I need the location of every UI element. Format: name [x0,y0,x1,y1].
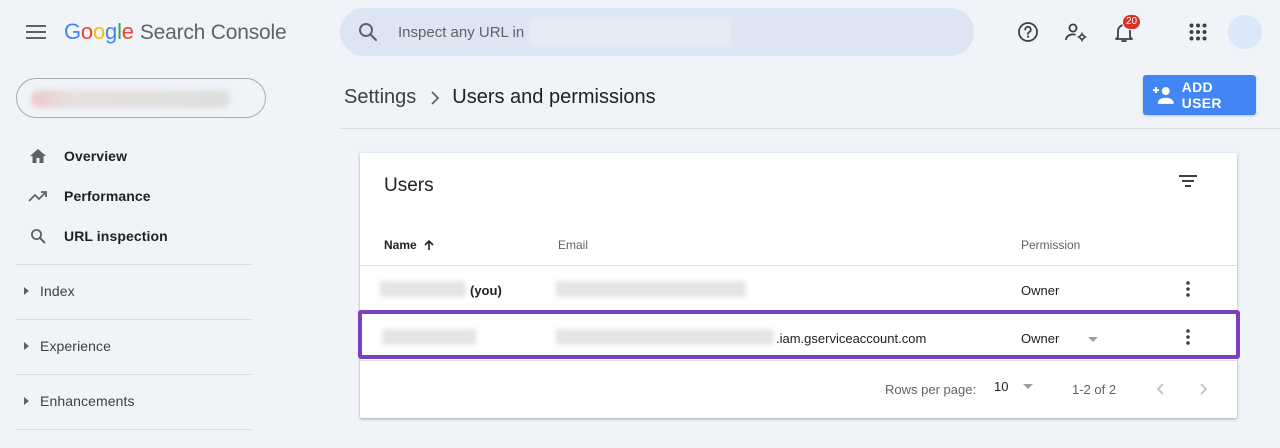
row-divider [360,265,1237,266]
row-divider [360,313,1237,314]
sidebar-item-label: Performance [64,188,151,204]
redacted-email [556,281,746,297]
logo-letter: o [80,19,93,44]
email-domain-suffix: .iam.gserviceaccount.com [776,331,927,346]
sidebar-divider [16,429,252,430]
sidebar-section-label: Enhancements [40,393,135,409]
caret-right-icon [24,397,29,405]
breadcrumb: Settings Users and permissions [344,86,656,109]
sidebar-section-label: Index [40,283,75,299]
chevron-right-icon [431,90,440,105]
sidebar-item-label: URL inspection [64,228,168,244]
sidebar-section-index[interactable]: Index [16,271,252,311]
person-add-icon [1152,87,1174,104]
permission-value: Owner [1021,331,1060,346]
help-icon[interactable] [1012,16,1044,48]
logo-letter: g [105,19,118,44]
notification-count-badge: 20 [1122,14,1142,30]
notifications-bell-icon[interactable]: 20 [1108,14,1142,48]
breadcrumb-settings-link[interactable]: Settings [344,86,416,109]
property-selector[interactable] [16,78,266,118]
sidebar-divider [16,319,252,320]
search-icon [359,23,378,42]
column-header-label: Name [384,238,417,252]
next-page-icon[interactable] [1192,377,1216,401]
rows-per-page-label: Rows per page: [885,382,977,397]
redacted-email [556,329,774,345]
redacted-property-name [31,90,231,108]
row-divider [360,360,1237,361]
sidebar-item-performance[interactable]: Performance [16,176,252,216]
search-icon [28,226,48,246]
manage-accounts-icon[interactable] [1060,16,1092,48]
search-placeholder: Inspect any URL in [398,23,525,41]
sidebar-section-experience[interactable]: Experience [16,326,252,366]
url-inspection-search-bar[interactable]: Inspect any URL in [340,8,974,56]
redacted-user-name [382,329,476,345]
google-search-console-logo[interactable]: Google Search Console [64,19,287,45]
column-header-name[interactable]: Name [384,238,435,252]
caret-right-icon [24,342,29,350]
logo-letter: o [92,19,106,44]
add-user-label: ADD USER [1181,79,1222,111]
column-header-permission[interactable]: Permission [1021,238,1080,252]
sidebar-item-label: Overview [64,148,128,164]
chevron-down-icon [1023,383,1034,389]
trending-up-icon [28,186,48,206]
chevron-down-icon[interactable] [1087,336,1099,344]
caret-right-icon [24,287,29,295]
previous-page-icon[interactable] [1148,377,1172,401]
product-name: Search Console [139,21,287,44]
logo-letter: e [121,19,134,44]
rows-per-page-value: 10 [994,379,1009,394]
avatar[interactable] [1228,15,1262,49]
menu-icon[interactable] [20,16,52,48]
more-options-icon[interactable] [1176,277,1200,301]
apps-grid-icon[interactable] [1182,16,1214,48]
sidebar-divider [16,264,252,265]
redacted-property-url [530,18,731,46]
sidebar-section-label: Experience [40,338,112,354]
arrow-up-sort-icon [424,239,434,250]
card-title: Users [384,175,434,196]
home-icon [28,146,48,166]
header-divider [340,128,1280,129]
more-options-icon[interactable] [1176,325,1200,349]
filter-icon[interactable] [1176,169,1200,193]
sidebar-section-enhancements[interactable]: Enhancements [16,381,252,421]
sidebar-item-overview[interactable]: Overview [16,136,252,176]
rows-per-page-select[interactable]: 10 [994,379,1034,394]
redacted-user-name [380,281,466,297]
sidebar-item-url-inspection[interactable]: URL inspection [16,216,252,256]
page-title: Users and permissions [452,86,656,108]
sidebar-divider [16,374,252,375]
column-header-email[interactable]: Email [558,238,588,252]
current-user-label: (you) [470,283,502,298]
top-app-bar: Google Search Console Inspect any URL in … [0,0,1280,64]
pagination-range: 1-2 of 2 [1072,382,1117,397]
logo-letter: G [64,19,81,44]
permission-value: Owner [1021,283,1060,298]
users-card: Users Name Email Permission (you) Owner … [360,153,1237,418]
add-user-button[interactable]: ADD USER [1143,75,1256,115]
